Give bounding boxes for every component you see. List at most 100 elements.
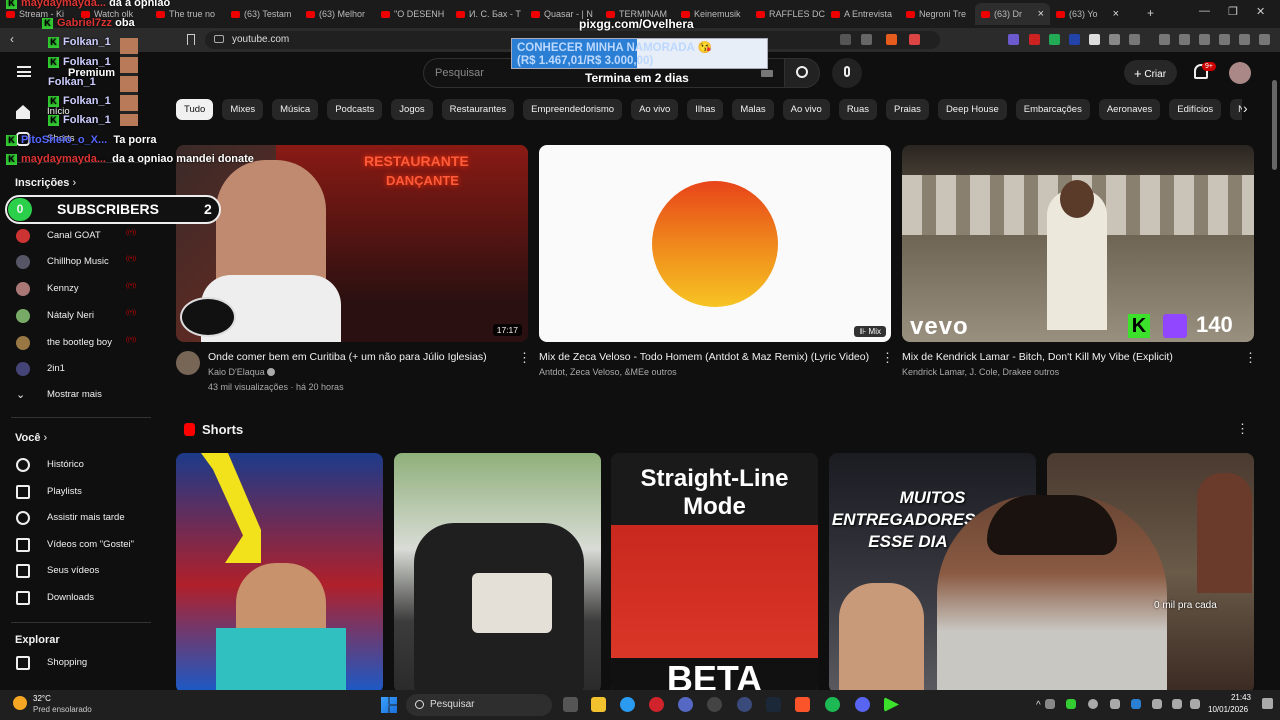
video-thumbnail[interactable]: ⊪ Mix bbox=[539, 145, 891, 342]
chevron-up-icon[interactable]: ^ bbox=[1036, 700, 1041, 711]
tray-icon[interactable] bbox=[1088, 699, 1098, 709]
more-options-icon[interactable]: ⋮ bbox=[1236, 421, 1249, 437]
taskbar-search[interactable]: Pesquisar bbox=[406, 694, 552, 716]
category-chip[interactable]: Ilhas bbox=[687, 99, 724, 120]
tray-icon[interactable] bbox=[1066, 699, 1076, 709]
category-chip[interactable]: Jogos bbox=[391, 99, 433, 120]
category-chip[interactable]: Ruas bbox=[838, 99, 877, 120]
extensions-puzzle-icon[interactable] bbox=[1109, 34, 1120, 45]
brave-icon[interactable] bbox=[795, 697, 810, 712]
brave-shield-icon[interactable] bbox=[886, 34, 897, 45]
sidebar-item-subscription[interactable]: the bootleg boy ((•)) bbox=[0, 331, 158, 355]
opera-icon[interactable] bbox=[649, 697, 664, 712]
app-icon[interactable] bbox=[737, 697, 752, 712]
keyboard-icon[interactable] bbox=[761, 70, 773, 77]
network-icon[interactable] bbox=[1172, 699, 1182, 709]
brave-rewards-icon[interactable] bbox=[909, 34, 920, 45]
sidebar-item-you[interactable]: Downloads bbox=[0, 586, 158, 610]
browser-tab[interactable]: "O DESENH bbox=[375, 3, 450, 25]
minimize-icon[interactable]: — bbox=[1199, 5, 1210, 17]
category-chip[interactable]: Podcasts bbox=[327, 99, 383, 120]
screen-icon[interactable] bbox=[840, 34, 851, 45]
browser-tab[interactable]: RAFFLES DC bbox=[750, 3, 825, 25]
short-thumbnail[interactable] bbox=[176, 453, 383, 693]
video-title[interactable]: Mix de Kendrick Lamar - Bitch, Don't Kil… bbox=[902, 351, 1173, 363]
sidebar-item-you[interactable]: Playlists bbox=[0, 480, 158, 504]
close-window-icon[interactable]: ✕ bbox=[1256, 5, 1265, 18]
volume-icon[interactable] bbox=[1190, 699, 1200, 709]
menu-icon[interactable] bbox=[1259, 34, 1270, 45]
more-options-icon[interactable]: ⋮ bbox=[518, 350, 531, 366]
browser-tab[interactable]: (63) Melhor bbox=[300, 3, 375, 25]
more-options-icon[interactable]: ⋮ bbox=[881, 350, 894, 366]
obs-icon[interactable] bbox=[707, 697, 722, 712]
avatar[interactable] bbox=[1229, 62, 1251, 84]
sidebar-item-you[interactable]: Histórico bbox=[0, 453, 158, 477]
browser-tab[interactable]: (63) Testam bbox=[225, 3, 300, 25]
site-info-icon[interactable] bbox=[214, 35, 224, 43]
wallet-icon[interactable] bbox=[1199, 34, 1210, 45]
category-chip[interactable]: Praias bbox=[886, 99, 929, 120]
bluetooth-icon[interactable] bbox=[1131, 699, 1141, 709]
maximize-icon[interactable]: ❐ bbox=[1228, 5, 1238, 18]
windows-start-icon[interactable] bbox=[381, 697, 397, 713]
sidebar-item-subscription[interactable]: Canal GOAT ((•)) bbox=[0, 224, 158, 248]
category-chip[interactable]: Nature bbox=[1230, 99, 1242, 120]
category-chip[interactable]: Ao vivo bbox=[782, 99, 830, 120]
sidebar-item-subscription[interactable]: Nátaly Neri ((•)) bbox=[0, 304, 158, 328]
browser-tab[interactable]: Negroni Tre bbox=[900, 3, 975, 25]
more-options-icon[interactable]: ⋮ bbox=[1244, 350, 1257, 366]
app-icon[interactable] bbox=[678, 697, 693, 712]
clock-time[interactable]: 21:43 bbox=[1223, 693, 1251, 702]
category-chip[interactable]: Aeronaves bbox=[1098, 99, 1161, 120]
sidebar-panel-icon[interactable] bbox=[1129, 34, 1140, 45]
short-thumbnail[interactable] bbox=[394, 453, 601, 693]
close-tab-icon[interactable]: × bbox=[1038, 8, 1044, 20]
discord-icon[interactable] bbox=[855, 697, 870, 712]
show-more-button[interactable]: ⌄ Mostrar mais bbox=[0, 383, 158, 407]
video-title[interactable]: Mix de Zeca Veloso - Todo Homem (Antdot … bbox=[539, 351, 869, 363]
category-chip[interactable]: Restaurantes bbox=[441, 99, 515, 120]
scrollbar[interactable] bbox=[1269, 60, 1280, 690]
short-thumbnail[interactable]: Straight-Line Mode BETA bbox=[611, 453, 818, 693]
sidebar-item-shopping[interactable]: Shopping bbox=[0, 651, 158, 675]
notification-center-icon[interactable] bbox=[1262, 698, 1273, 709]
subscriptions-heading[interactable]: Inscrições › bbox=[15, 177, 76, 189]
new-tab-button[interactable]: + bbox=[1147, 6, 1154, 20]
channel-name[interactable]: Kaio D'Elaqua bbox=[208, 367, 276, 377]
browser-tab[interactable]: (63) Yo × bbox=[1050, 3, 1125, 25]
close-tab-icon[interactable]: × bbox=[1113, 8, 1119, 20]
extension-icon[interactable] bbox=[1008, 34, 1019, 45]
spotify-icon[interactable] bbox=[825, 697, 840, 712]
search-button[interactable] bbox=[784, 58, 820, 88]
browser-tab[interactable]: A Entrevista bbox=[825, 3, 900, 25]
vpn-icon[interactable] bbox=[1239, 34, 1250, 45]
video-thumbnail[interactable]: RESTAURANTE DANÇANTE 17:17 bbox=[176, 145, 528, 342]
chevron-right-icon[interactable]: › bbox=[1243, 100, 1248, 116]
hamburger-menu-icon[interactable] bbox=[17, 66, 31, 77]
tray-icon[interactable] bbox=[1110, 699, 1120, 709]
clock-date[interactable]: 10/01/2026 bbox=[1208, 705, 1248, 714]
browser-tab[interactable]: (63) Dr × bbox=[975, 3, 1050, 25]
task-view-icon[interactable] bbox=[563, 697, 578, 712]
video-title[interactable]: Onde comer bem em Curitiba (+ um não par… bbox=[208, 351, 487, 363]
sidebar-icon[interactable] bbox=[1179, 34, 1190, 45]
scrollbar-thumb[interactable] bbox=[1272, 80, 1277, 170]
mic-tray-icon[interactable] bbox=[1152, 699, 1162, 709]
extension-icon[interactable] bbox=[1089, 34, 1100, 45]
chrome-icon[interactable] bbox=[620, 697, 635, 712]
category-chip[interactable]: Embarcações bbox=[1015, 99, 1090, 120]
media-icon[interactable] bbox=[1159, 34, 1170, 45]
category-chip[interactable]: Deep House bbox=[937, 99, 1007, 120]
sidebar-item-you[interactable]: Vídeos com "Gostei" bbox=[0, 533, 158, 557]
category-chip[interactable]: Empreendedorismo bbox=[523, 99, 623, 120]
category-chip[interactable]: Edifícios bbox=[1169, 99, 1222, 120]
sidebar-item-subscription[interactable]: Chillhop Music ((•)) bbox=[0, 250, 158, 274]
browser-tab[interactable]: И. С. Бах - T bbox=[450, 3, 525, 25]
create-button[interactable]: + Criar bbox=[1124, 60, 1177, 85]
file-explorer-icon[interactable] bbox=[591, 697, 606, 712]
extension-icon[interactable] bbox=[1029, 34, 1040, 45]
category-chip[interactable]: Ao vivo bbox=[631, 99, 679, 120]
sidebar-item-subscription[interactable]: Kennzy ((•)) bbox=[0, 277, 158, 301]
back-icon[interactable]: ‹ bbox=[10, 32, 14, 46]
